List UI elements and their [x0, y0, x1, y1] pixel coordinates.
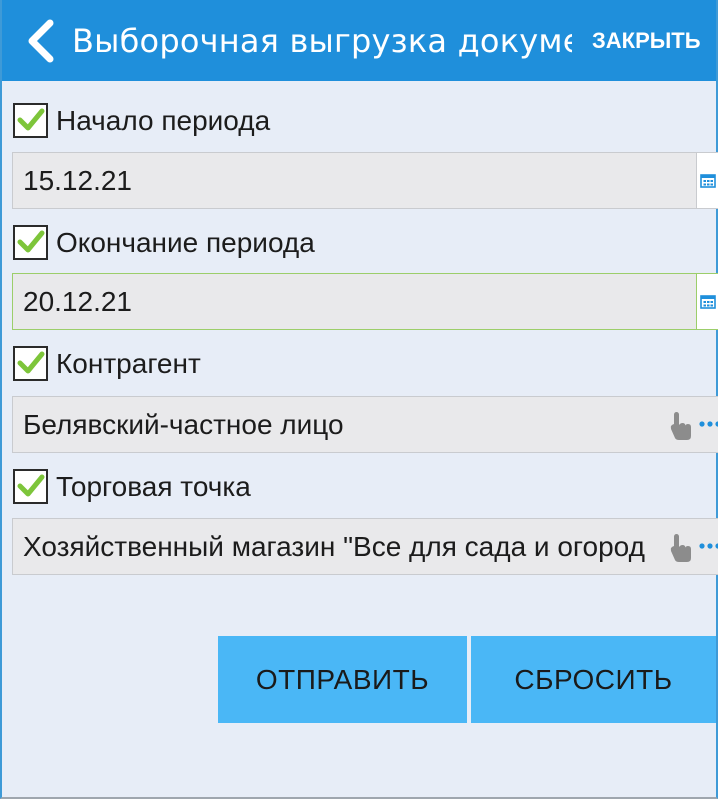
- outlet-label: Торговая точка: [56, 471, 251, 502]
- period-end-value: 20.12.21: [23, 286, 132, 317]
- period-start-value: 15.12.21: [23, 165, 132, 196]
- page-title: Выборочная выгрузка докумен...: [72, 22, 572, 60]
- outlet-field[interactable]: Хозяйственный магазин "Все для сада и ог…: [12, 518, 718, 575]
- period-start-label: Начало периода: [56, 105, 271, 136]
- period-start-row: Начало периода: [13, 103, 673, 143]
- counterparty-checkbox[interactable]: [13, 346, 48, 381]
- more-icon[interactable]: [699, 421, 718, 427]
- checkmark-icon: [17, 351, 45, 374]
- period-end-label: Окончание периода: [56, 227, 315, 258]
- send-button[interactable]: ОТПРАВИТЬ: [218, 636, 467, 723]
- close-button[interactable]: ЗАКРЫТЬ: [592, 28, 701, 54]
- chevron-left-icon[interactable]: [22, 19, 62, 63]
- counterparty-field[interactable]: Белявский-частное лицо: [12, 396, 718, 453]
- checkmark-icon: [17, 108, 45, 131]
- period-end-checkbox[interactable]: [13, 225, 48, 260]
- app-bar: Выборочная выгрузка докумен... ЗАКРЫТЬ: [2, 0, 716, 81]
- counterparty-label: Контрагент: [56, 348, 201, 379]
- counterparty-row: Контрагент: [13, 346, 673, 386]
- checkmark-icon: [17, 474, 45, 497]
- period-end-field[interactable]: 20.12.21: [12, 273, 718, 330]
- outlet-checkbox[interactable]: [13, 469, 48, 504]
- checkmark-icon: [17, 230, 45, 253]
- touch-icon[interactable]: [669, 411, 693, 441]
- outlet-value: Хозяйственный магазин "Все для сада и ог…: [23, 531, 645, 562]
- counterparty-value: Белявский-частное лицо: [23, 409, 344, 440]
- touch-icon[interactable]: [669, 533, 693, 563]
- outlet-row: Торговая точка: [13, 469, 673, 509]
- more-icon[interactable]: [699, 543, 718, 549]
- calendar-icon[interactable]: [696, 153, 718, 208]
- period-end-row: Окончание периода: [13, 225, 673, 265]
- calendar-icon[interactable]: [696, 274, 718, 329]
- reset-button[interactable]: СБРОСИТЬ: [471, 636, 716, 723]
- period-start-checkbox[interactable]: [13, 103, 48, 138]
- period-start-field[interactable]: 15.12.21: [12, 152, 718, 209]
